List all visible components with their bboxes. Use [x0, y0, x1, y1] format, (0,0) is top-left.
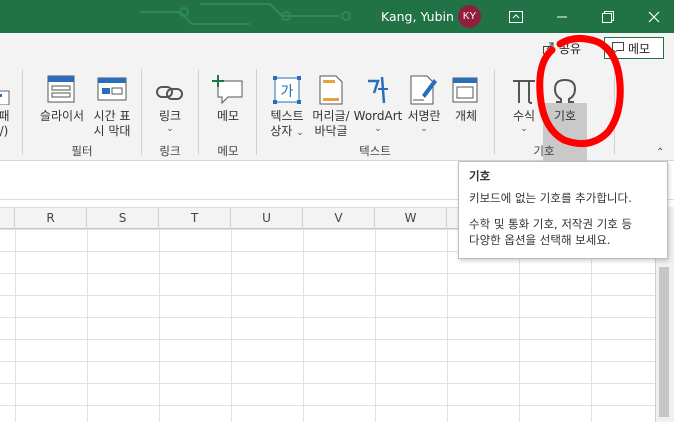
group-separator [198, 69, 199, 155]
link-chevron-icon: ⌄ [166, 124, 174, 134]
group-separator [494, 69, 495, 155]
slicer-label: 슬라이서 [39, 109, 85, 123]
user-name[interactable]: Kang, Yubin [381, 9, 454, 24]
grid-line [87, 229, 88, 422]
wordart-label: WordArt [353, 109, 403, 123]
scrollbar-thumb[interactable] [659, 267, 669, 417]
textbox-button[interactable]: 가 텍스트 상자 ⌄ [266, 69, 308, 139]
ribbon-insert-tab: 공유 메모 패 /) 슬라이서 시간 표 시 막대 필터 링크 ⌄ 링크 메모 … [0, 33, 674, 179]
partial-command-button[interactable]: 패 /) [0, 69, 12, 139]
close-button[interactable] [631, 0, 674, 33]
share-label: 공유 [559, 41, 582, 56]
link-label: 링크 [158, 109, 182, 123]
signature-line-button[interactable]: 서명란 ⌄ [404, 69, 444, 134]
timeline-label-1: 시간 표 [93, 109, 131, 123]
group-label-link: 링크 [159, 144, 181, 158]
ribbon-display-options-button[interactable] [493, 0, 539, 33]
close-icon [648, 11, 660, 22]
link-button[interactable]: 링크 ⌄ [150, 69, 190, 134]
restore-button[interactable] [585, 0, 631, 33]
signature-chevron-icon: ⌄ [420, 124, 428, 134]
tooltip-title: 기호 [469, 169, 491, 183]
comments-button[interactable]: 메모 [604, 37, 664, 59]
timeline-label-2: 시 막대 [93, 124, 131, 138]
timeline-icon [97, 77, 127, 101]
textbox-chevron-icon: ⌄ [296, 128, 304, 138]
tooltip-line: 다양한 옵션을 선택해 보세요. [469, 233, 611, 247]
ribbon-display-icon [509, 10, 523, 23]
header-footer-label-2: 바닥글 [314, 124, 348, 138]
restore-icon [602, 10, 614, 23]
avatar[interactable]: KY [458, 5, 481, 28]
minimize-icon [557, 16, 567, 17]
group-separator [256, 69, 257, 155]
wordart-button[interactable]: WordArt ⌄ [354, 69, 402, 134]
wordart-chevron-icon: ⌄ [374, 124, 382, 134]
group-label-filter: 필터 [71, 144, 93, 158]
equation-button[interactable]: 수식 ⌄ [504, 69, 544, 134]
timeline-button[interactable]: 시간 표 시 막대 [89, 69, 135, 139]
grid-line [15, 229, 16, 422]
equation-chevron-icon: ⌄ [520, 124, 528, 134]
pi-icon [513, 80, 535, 104]
object-label: 개체 [454, 109, 478, 123]
minimize-button[interactable] [539, 0, 585, 33]
column-header[interactable]: T [159, 208, 231, 229]
equation-label: 수식 [512, 109, 536, 123]
link-icon [156, 86, 183, 100]
omega-icon [553, 78, 577, 103]
textbox-icon: 가 [273, 76, 301, 104]
partial-icon [0, 90, 10, 105]
grid-line [231, 229, 232, 422]
slicer-icon [47, 75, 75, 103]
symbol-label: 기호 [553, 109, 577, 123]
title-bar-pattern [140, 3, 351, 25]
svg-text:가: 가 [281, 84, 294, 100]
wordart-icon [368, 76, 388, 104]
tooltip-line: 키보드에 없는 기호를 추가합니다. [469, 191, 632, 205]
header-footer-button[interactable]: 머리글/ 바닥글 [308, 69, 354, 139]
excel-window: Kang, Yubin KY 공유 메모 패 /) 슬라이서 시간 표 시 막대… [0, 0, 674, 422]
title-bar: Kang, Yubin KY [0, 0, 674, 33]
column-header[interactable]: W [375, 208, 447, 229]
object-icon [452, 77, 478, 103]
grid-line [447, 229, 448, 422]
tooltip-line: 수학 및 통화 기호, 저작권 기호 등 [469, 217, 633, 231]
group-label-symbol: 기호 [533, 144, 555, 158]
partial-label-1: 패 [0, 109, 10, 123]
group-label-text: 텍스트 [359, 144, 391, 158]
symbol-tooltip: 기호 키보드에 없는 기호를 추가합니다. 수학 및 통화 기호, 저작권 기호… [458, 161, 668, 259]
grid-line [159, 229, 160, 422]
textbox-label-2: 상자 ⌄ [270, 124, 303, 139]
header-footer-label-1: 머리글/ [312, 109, 350, 123]
column-header[interactable]: V [303, 208, 375, 229]
header-footer-icon [319, 75, 343, 105]
share-icon [543, 42, 554, 54]
column-header[interactable]: S [87, 208, 159, 229]
grid-line [303, 229, 304, 422]
column-header-partial[interactable] [0, 208, 15, 229]
signature-label: 서명란 [407, 109, 441, 123]
collapse-ribbon-chevron-icon[interactable]: ⌃ [656, 147, 664, 158]
comments-label: 메모 [628, 41, 651, 56]
group-separator [614, 69, 615, 155]
object-button[interactable]: 개체 [446, 69, 486, 124]
textbox-label-2-text: 상자 [270, 124, 293, 138]
grid-line [375, 229, 376, 422]
new-comment-button[interactable]: 메모 [208, 69, 248, 124]
group-separator [22, 69, 23, 155]
group-separator [141, 69, 142, 155]
partial-label-2: /) [0, 124, 9, 138]
slicer-button[interactable]: 슬라이서 [36, 69, 88, 124]
new-comment-label: 메모 [216, 109, 240, 123]
comment-icon [612, 42, 624, 54]
new-comment-icon [212, 75, 243, 105]
share-button[interactable]: 공유 [529, 37, 599, 59]
signature-icon [410, 75, 437, 105]
symbol-button[interactable]: 기호 [545, 69, 585, 124]
column-header[interactable]: R [15, 208, 87, 229]
group-label-memo: 메모 [217, 144, 239, 158]
column-header[interactable]: U [231, 208, 303, 229]
textbox-label-1: 텍스트 [270, 109, 304, 123]
